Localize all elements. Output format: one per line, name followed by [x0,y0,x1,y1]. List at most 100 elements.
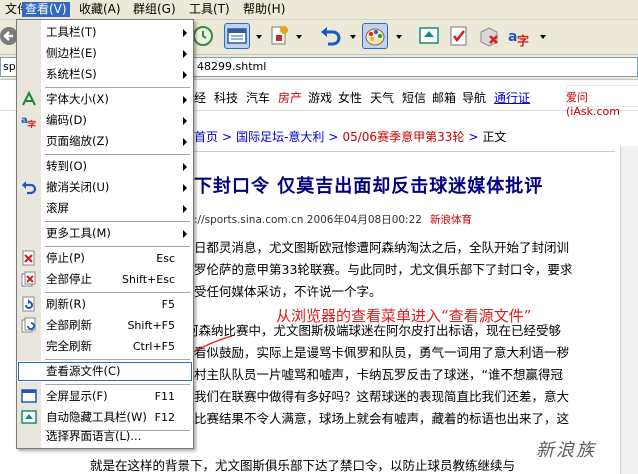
menu-item-toolbar[interactable]: 工具栏(T) [17,22,193,43]
sidebar-dropdown-arrow[interactable] [256,35,262,39]
refresh-all-icon [21,317,36,333]
nav-link-auto[interactable]: 汽车 [246,89,270,106]
article-line: 就是在这样的背景下，尤文图斯俱乐部下达了禁口令，以防止球员教练继续与 [90,458,516,473]
stop-icon [22,250,35,266]
menu-separator [45,384,190,385]
window-icon [227,28,247,44]
menu-item-language[interactable]: 选择界面语言(L)... [17,426,193,447]
fullscreen-icon [21,389,37,403]
article-byline: ://sports.sina.com.cn 2006年04月08日00:22 新浪… [194,212,472,227]
view-menu-dropdown: 工具栏(T) 侧边栏(E) 系统栏(S) 字体大小(X) a 字 编码(D) 页… [16,19,194,449]
menu-item-more-tools[interactable]: 更多工具(M) [17,223,193,244]
menu-item-auto-hide-toolbar[interactable]: 自动隐藏工具栏(W) F12 [17,407,193,428]
nav-link-house[interactable]: 房产 [278,89,302,106]
nav-link-games[interactable]: 游戏 [308,89,332,106]
spell-check-button[interactable]: a 字 [506,23,532,49]
menu-item-refresh[interactable]: 刷新(R) F5 [17,294,193,315]
sidebar-toggle-button[interactable] [224,23,250,49]
menu-favorites[interactable]: 收藏(A) [76,2,124,17]
address-url-right: 48299.shtml [197,60,267,73]
breadcrumb: 首页 > 国际足坛-意大利 >05/06赛季意甲第33轮 > 正文 [194,128,506,145]
menu-item-systembar[interactable]: 系统栏(S) [17,64,193,85]
menu-item-fullscreen[interactable]: 全屏显示(F) F11 [17,386,193,407]
article-line: 看似鼓励，实际上是谩骂卡佩罗和队员，勇气一词用了意大利语一秽 [194,345,570,360]
menu-separator [45,87,190,88]
refresh-icon [22,296,35,312]
menu-item-zoom[interactable]: 页面缩放(Z) [17,131,193,152]
menu-item-view-source[interactable]: 查看源文件(C) [17,361,193,382]
submenu-arrow-icon [183,71,187,79]
menu-item-scroll[interactable]: 滚屏 [17,198,193,219]
breadcrumb-home[interactable]: 首页 [194,130,218,144]
new-page-dropdown-arrow[interactable] [296,35,302,39]
article-line: 罗伦萨的意甲第33轮联赛。与此同时，尤文俱乐部下了封口令，要求 [194,262,573,277]
svg-text:字: 字 [27,119,36,128]
skin-button[interactable] [362,23,388,49]
breadcrumb-separator: > [468,130,479,144]
menu-item-stop[interactable]: 停止(P) Esc [17,248,193,269]
nav-link-weather[interactable]: 天气 [370,89,394,106]
menu-item-font-size[interactable]: 字体大小(X) [17,89,193,110]
byline-source[interactable]: 新浪体育 [430,214,472,226]
article-line: 我们在联赛中做得有多好吗？这帮球迷的表现简直比我们还差，意大 [194,389,570,404]
menu-item-encoding[interactable]: a 字 编码(D) [17,110,193,131]
nav-link-finance[interactable]: 经 [194,89,206,106]
iask-label: 爱问(iAsk.com [566,91,620,118]
font-size-icon [22,91,36,106]
stop-all-icon [21,271,36,287]
nav-link-tech[interactable]: 科技 [214,89,238,106]
skin-dropdown-arrow[interactable] [396,35,402,39]
article-line: 村主队队员一片嘘骂和嘘声，卡纳瓦罗反击了球迷，“谁不想赢得冠 [194,367,563,382]
menu-help[interactable]: 帮助(H) [240,2,288,17]
menu-view[interactable]: 查看(V) [22,2,70,17]
menu-item-goto[interactable]: 转到(O) [17,156,193,177]
submenu-arrow-icon [183,205,187,213]
up-window-icon [419,27,439,44]
nav-link-guide[interactable]: 导航 [462,89,486,106]
undo-button[interactable] [318,23,344,49]
auto-hide-toolbar-icon [21,410,37,424]
check-button[interactable] [446,23,472,49]
menu-groups[interactable]: 群组(G) [130,2,179,17]
submenu-arrow-icon [183,230,187,238]
undo-dropdown-arrow[interactable] [350,35,356,39]
submenu-arrow-icon [183,117,187,125]
browser-window: 文件(F) 查看(V) 收藏(A) 群组(G) 工具(T) 帮助(H) [0,0,638,474]
undo-icon [321,27,341,46]
byline-url-date: ://sports.sina.com.cn 2006年04月08日00:22 [194,214,422,226]
clear-button[interactable] [476,23,502,49]
nav-link-sms[interactable]: 短信 [402,89,426,106]
undo-close-icon [22,181,37,195]
breadcrumb-current: 正文 [482,130,507,144]
spell-check-dropdown-arrow[interactable] [540,35,546,39]
submenu-arrow-icon [183,50,187,58]
menu-bar: 文件(F) 查看(V) 收藏(A) 群组(G) 工具(T) 帮助(H) [0,0,638,20]
new-page-button[interactable] [266,23,292,49]
menu-item-sidebar[interactable]: 侧边栏(E) [17,43,193,64]
menu-separator [45,246,190,247]
nav-link-mail[interactable]: 邮箱 [432,89,456,106]
menu-item-hard-refresh[interactable]: 完全刷新 Ctrl+F5 [17,336,193,357]
annotation-text: 从浏览器的查看菜单进入“查看源文件” [276,307,532,325]
breadcrumb-separator: > [222,130,233,144]
article-line: 受任何媒体采访，不许说一个字。 [194,284,382,299]
menu-item-undo-close[interactable]: 撤消关闭(U) [17,177,193,198]
clear-box-icon [480,27,498,47]
watermark: 新浪族 [536,440,596,461]
nav-link-passport[interactable]: 通行证 [494,89,530,106]
breadcrumb-italy[interactable]: 国际足坛-意大利 [236,130,324,144]
vertical-scrollbar[interactable] [620,146,638,474]
breadcrumb-round[interactable]: 05/06赛季意甲第33轮 [342,130,464,144]
submenu-arrow-icon [183,184,187,192]
new-page-icon [271,26,288,45]
article-line: 比赛结果不令人满意，球场上就会有嘘声，藏着的标语也出来了，这 [194,411,570,426]
submenu-arrow-icon [183,29,187,37]
menu-separator [45,359,190,360]
submenu-arrow-icon [183,163,187,171]
nav-link-women[interactable]: 女性 [338,89,362,106]
page-up-button[interactable] [416,23,442,49]
menu-item-stop-all[interactable]: 全部停止 Shift+Esc [17,269,193,290]
menu-item-refresh-all[interactable]: 全部刷新 Shift+F5 [17,315,193,336]
menu-tools[interactable]: 工具(T) [186,2,233,17]
menu-separator [45,221,190,222]
